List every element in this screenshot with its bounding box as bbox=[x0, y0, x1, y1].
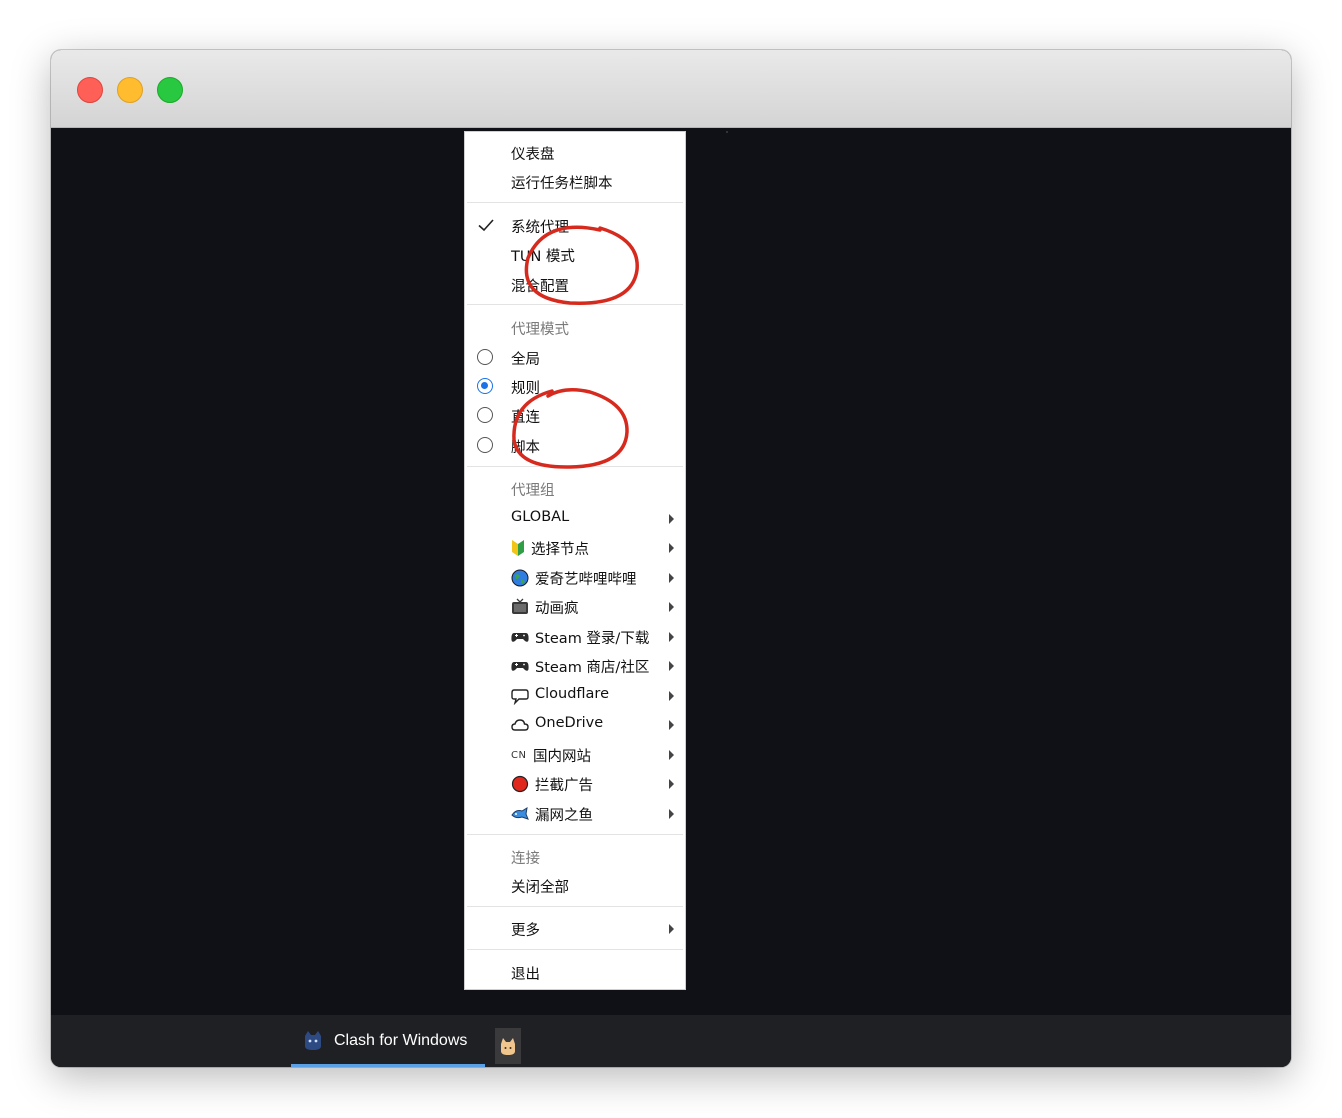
menu-header-label: 连接 bbox=[511, 851, 540, 867]
menu-item-label: 关闭全部 bbox=[511, 880, 569, 896]
zoom-window-button[interactable] bbox=[157, 77, 183, 103]
menu-item-label: Steam 登录/下载 bbox=[535, 631, 650, 647]
fish-icon bbox=[511, 807, 529, 820]
red-circle-icon bbox=[511, 775, 529, 793]
menu-item-label: Cloudflare bbox=[535, 686, 610, 702]
submenu-arrow-icon bbox=[669, 632, 674, 642]
speech-bubble-icon bbox=[511, 689, 529, 705]
menu-item-mixin[interactable]: 混合配置 bbox=[465, 271, 685, 299]
globe-icon bbox=[511, 569, 529, 587]
proxy-group-header: 代理组 bbox=[465, 475, 685, 503]
connections-header: 连接 bbox=[465, 843, 685, 871]
submenu-arrow-icon bbox=[669, 514, 674, 524]
menu-item-label: Steam 商店/社区 bbox=[535, 660, 650, 676]
proxy-mode-header: 代理模式 bbox=[465, 314, 685, 342]
menu-item-group-steam-store[interactable]: Steam 商店/社区 bbox=[465, 652, 685, 680]
menu-item-label: 脚本 bbox=[511, 440, 540, 456]
submenu-arrow-icon bbox=[669, 750, 674, 760]
menu-item-mode-direct[interactable]: 直连 bbox=[465, 402, 685, 430]
menu-item-label: TUN 模式 bbox=[511, 249, 575, 265]
menu-item-label: 混合配置 bbox=[511, 279, 569, 295]
menu-item-label: 动画疯 bbox=[535, 601, 579, 617]
menu-item-label: 爱奇艺哔哩哔哩 bbox=[535, 572, 637, 588]
menu-item-label: 更多 bbox=[511, 923, 540, 939]
menu-item-group-domestic[interactable]: CN 国内网站 bbox=[465, 741, 685, 769]
submenu-arrow-icon bbox=[669, 573, 674, 583]
menu-item-quit[interactable]: 退出 bbox=[465, 959, 685, 987]
tray-context-menu: 仪表盘 运行任务栏脚本 系统代理 TUN 模式 混合配置 代理模式 全局 规则 … bbox=[464, 131, 686, 990]
menu-item-close-all[interactable]: 关闭全部 bbox=[465, 872, 685, 900]
submenu-arrow-icon bbox=[669, 543, 674, 553]
menu-item-group-anime[interactable]: 动画疯 bbox=[465, 593, 685, 621]
taskbar-item-label: Clash for Windows bbox=[334, 1032, 468, 1049]
menu-item-label: 系统代理 bbox=[511, 220, 569, 236]
menu-item-label: 仪表盘 bbox=[511, 147, 555, 163]
menu-item-label: 退出 bbox=[511, 967, 540, 983]
menu-item-mode-rule[interactable]: 规则 bbox=[465, 373, 685, 401]
menu-separator bbox=[467, 304, 683, 305]
tray-clash-icon[interactable] bbox=[495, 1028, 521, 1064]
stray-dot bbox=[726, 131, 728, 133]
submenu-arrow-icon bbox=[669, 691, 674, 701]
close-window-button[interactable] bbox=[77, 77, 103, 103]
menu-header-label: 代理模式 bbox=[511, 322, 569, 338]
menu-header-label: 代理组 bbox=[511, 483, 555, 499]
menu-item-label: 规则 bbox=[511, 381, 540, 397]
radio-button[interactable] bbox=[477, 437, 493, 453]
window-titlebar bbox=[51, 50, 1291, 128]
menu-item-group-onedrive[interactable]: OneDrive bbox=[465, 711, 685, 739]
menu-item-group-select-node[interactable]: 选择节点 bbox=[465, 534, 685, 562]
submenu-arrow-icon bbox=[669, 661, 674, 671]
submenu-arrow-icon bbox=[669, 779, 674, 789]
menu-item-tun-mode[interactable]: TUN 模式 bbox=[465, 241, 685, 269]
minimize-window-button[interactable] bbox=[117, 77, 143, 103]
submenu-arrow-icon bbox=[669, 809, 674, 819]
radio-button[interactable] bbox=[477, 407, 493, 423]
menu-item-dashboard[interactable]: 仪表盘 bbox=[465, 139, 685, 167]
menu-item-run-script[interactable]: 运行任务栏脚本 bbox=[465, 168, 685, 196]
menu-item-label: GLOBAL bbox=[511, 509, 570, 525]
menu-item-label: 漏网之鱼 bbox=[535, 808, 593, 824]
menu-item-label: 全局 bbox=[511, 352, 540, 368]
menu-item-label: 拦截广告 bbox=[535, 778, 593, 794]
check-icon bbox=[478, 219, 494, 232]
menu-item-mode-script[interactable]: 脚本 bbox=[465, 432, 685, 460]
menu-item-group-steam-download[interactable]: Steam 登录/下载 bbox=[465, 623, 685, 651]
submenu-arrow-icon bbox=[669, 602, 674, 612]
clash-cat-icon bbox=[305, 1031, 321, 1050]
menu-item-group-adblock[interactable]: 拦截广告 bbox=[465, 770, 685, 798]
menu-separator bbox=[467, 202, 683, 203]
menu-item-label: 直连 bbox=[511, 410, 540, 426]
gamepad-icon bbox=[511, 633, 529, 642]
menu-separator bbox=[467, 834, 683, 835]
menu-item-group-final[interactable]: 漏网之鱼 bbox=[465, 800, 685, 828]
taskbar-item-clash[interactable]: Clash for Windows bbox=[291, 1015, 485, 1067]
menu-item-group-iqiyi-bilibili[interactable]: 爱奇艺哔哩哔哩 bbox=[465, 564, 685, 592]
cn-tag-icon: CN bbox=[511, 750, 527, 761]
submenu-arrow-icon bbox=[669, 720, 674, 730]
menu-item-system-proxy[interactable]: 系统代理 bbox=[465, 212, 685, 240]
menu-item-label: 选择节点 bbox=[531, 542, 589, 558]
menu-item-group-cloudflare[interactable]: Cloudflare bbox=[465, 682, 685, 710]
menu-separator bbox=[467, 949, 683, 950]
menu-separator bbox=[467, 906, 683, 907]
menu-item-label: OneDrive bbox=[535, 715, 604, 731]
taskbar: Clash for Windows bbox=[51, 1015, 1291, 1067]
cloud-icon bbox=[511, 719, 529, 731]
menu-item-label: 运行任务栏脚本 bbox=[511, 176, 613, 192]
menu-item-group-global[interactable]: GLOBAL bbox=[465, 505, 685, 533]
menu-item-mode-global[interactable]: 全局 bbox=[465, 344, 685, 372]
gamepad-icon bbox=[511, 662, 529, 671]
submenu-arrow-icon bbox=[669, 924, 674, 934]
tv-icon bbox=[512, 598, 528, 614]
menu-item-more[interactable]: 更多 bbox=[465, 915, 685, 943]
cat-face-icon bbox=[501, 1038, 515, 1055]
menu-separator bbox=[467, 466, 683, 467]
active-app-indicator bbox=[291, 1064, 485, 1067]
radio-button[interactable] bbox=[477, 349, 493, 365]
radio-button-selected[interactable] bbox=[477, 378, 493, 394]
menu-item-label: 国内网站 bbox=[533, 749, 591, 765]
beginner-shield-icon bbox=[512, 540, 524, 556]
